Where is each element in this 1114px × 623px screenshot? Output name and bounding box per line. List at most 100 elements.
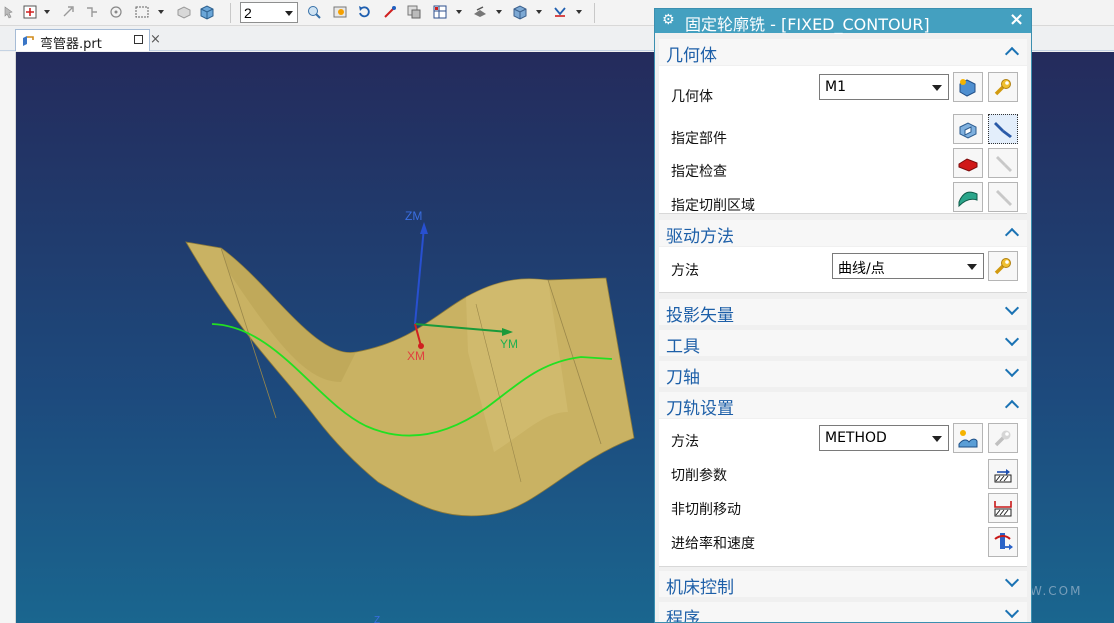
fixed-contour-dialog: ⚙ 固定轮廓铣 - [FIXED_CONTOUR] × 几何体 几何体 M1 指… bbox=[654, 8, 1032, 623]
solid-icon[interactable] bbox=[199, 4, 215, 20]
drive-method-label: 方法 bbox=[671, 263, 699, 279]
dialog-title: 固定轮廓铣 - [FIXED_CONTOUR] bbox=[685, 15, 930, 34]
tool-icon[interactable] bbox=[552, 4, 568, 20]
geometry-select[interactable]: M1 bbox=[819, 74, 949, 100]
render-dropdown-icon[interactable] bbox=[456, 10, 462, 14]
z-axis-arrow bbox=[420, 222, 428, 234]
section-projection-title: 投影矢量 bbox=[666, 306, 734, 326]
bottom-axis-mark: Z bbox=[374, 615, 380, 623]
path-method-select[interactable]: METHOD bbox=[819, 425, 949, 451]
z-axis bbox=[414, 226, 425, 325]
geometry-value: M1 bbox=[825, 79, 846, 95]
shade-dropdown-icon[interactable] bbox=[496, 10, 502, 14]
toolbar-separator bbox=[230, 3, 231, 23]
check-geometry-icon bbox=[958, 158, 978, 172]
chevron-down-icon[interactable] bbox=[1004, 300, 1020, 316]
section-path-body: 方法 METHOD 切削参数 非切削移动 进给率和速度 bbox=[659, 419, 1027, 567]
tool-dropdown-icon[interactable] bbox=[576, 10, 582, 14]
feeds-speeds-button[interactable] bbox=[988, 527, 1018, 557]
point-icon[interactable] bbox=[60, 4, 76, 20]
chevron-down-icon bbox=[932, 85, 942, 91]
cube-icon[interactable] bbox=[512, 4, 528, 20]
chevron-up-icon[interactable] bbox=[1004, 399, 1020, 415]
rotate-icon[interactable] bbox=[356, 4, 372, 20]
shaded-icon[interactable] bbox=[176, 4, 192, 20]
drive-method-select[interactable]: 曲线/点 bbox=[832, 253, 984, 279]
section-geometry-body: 几何体 M1 指定部件 指定检查 指定切削区域 bbox=[659, 66, 1027, 214]
flashlight-icon bbox=[994, 122, 1012, 138]
dialog-close-icon[interactable]: × bbox=[1009, 9, 1024, 30]
display-check-button[interactable] bbox=[988, 148, 1018, 178]
section-tool-header[interactable]: 工具 bbox=[659, 330, 1027, 357]
target-icon[interactable] bbox=[108, 4, 124, 20]
section-drive-title: 驱动方法 bbox=[666, 227, 734, 247]
display-part-button[interactable] bbox=[988, 114, 1018, 144]
chevron-up-icon[interactable] bbox=[1004, 46, 1020, 62]
new-geometry-button[interactable] bbox=[953, 72, 983, 102]
specify-check-label: 指定检查 bbox=[671, 164, 727, 180]
chevron-down-icon[interactable] bbox=[1004, 362, 1020, 378]
select-part-button[interactable] bbox=[953, 114, 983, 144]
section-geometry-title: 几何体 bbox=[666, 46, 717, 66]
section-path-title: 刀轨设置 bbox=[666, 399, 734, 419]
section-tool-title: 工具 bbox=[666, 337, 700, 357]
section-machine-header[interactable]: 机床控制 bbox=[659, 571, 1027, 598]
layer-combo[interactable]: 2 bbox=[240, 2, 298, 23]
chevron-down-icon bbox=[285, 11, 293, 16]
edit-method-button[interactable] bbox=[988, 423, 1018, 453]
flashlight-disabled-icon bbox=[996, 190, 1012, 206]
section-drive-header[interactable]: 驱动方法 bbox=[659, 220, 1027, 247]
tab-close-icon[interactable]: × bbox=[150, 32, 161, 47]
zoom-icon[interactable] bbox=[332, 4, 348, 20]
edit-drive-method-button[interactable] bbox=[988, 251, 1018, 281]
view-icon[interactable] bbox=[406, 4, 422, 20]
document-tab-label: 弯管器.prt bbox=[40, 37, 102, 52]
part-select-icon bbox=[959, 122, 977, 139]
select-filter-icon[interactable] bbox=[2, 4, 18, 20]
section-drive-body: 方法 曲线/点 bbox=[659, 247, 1027, 293]
wrench-icon bbox=[994, 258, 1011, 275]
section-program-title: 程序 bbox=[666, 609, 700, 623]
section-projection-header[interactable]: 投影矢量 bbox=[659, 299, 1027, 326]
chevron-down-icon bbox=[967, 264, 977, 270]
section-program-header[interactable]: 程序 bbox=[659, 602, 1027, 623]
render-icon[interactable] bbox=[432, 4, 448, 20]
wrench-icon bbox=[994, 79, 1011, 96]
chevron-up-icon[interactable] bbox=[1004, 227, 1020, 243]
path-method-label: 方法 bbox=[671, 434, 699, 450]
box-select-icon[interactable] bbox=[134, 4, 150, 20]
section-axis-header[interactable]: 刀轴 bbox=[659, 361, 1027, 388]
box-select-dropdown-icon[interactable] bbox=[158, 10, 164, 14]
restore-icon[interactable] bbox=[134, 35, 143, 44]
watermark-subtext: W.COM bbox=[1030, 584, 1083, 598]
snap-dropdown-icon[interactable] bbox=[44, 10, 50, 14]
line-icon[interactable] bbox=[84, 4, 100, 20]
pan-icon[interactable] bbox=[382, 4, 398, 20]
display-cut-area-button[interactable] bbox=[988, 182, 1018, 212]
feeds-speeds-label: 进给率和速度 bbox=[671, 536, 755, 552]
non-cut-moves-icon bbox=[994, 501, 1012, 517]
shade-icon[interactable] bbox=[472, 4, 488, 20]
dialog-title-bar[interactable]: ⚙ 固定轮廓铣 - [FIXED_CONTOUR] × bbox=[655, 9, 1031, 34]
chevron-down-icon[interactable] bbox=[1004, 572, 1020, 588]
chevron-down-icon bbox=[932, 436, 942, 442]
cube-dropdown-icon[interactable] bbox=[536, 10, 542, 14]
snap-icon[interactable] bbox=[22, 4, 38, 20]
chevron-down-icon[interactable] bbox=[1004, 603, 1020, 619]
document-tab[interactable]: 弯管器.prt × bbox=[15, 29, 161, 52]
cut-params-button[interactable] bbox=[988, 459, 1018, 489]
select-cut-area-button[interactable] bbox=[953, 182, 983, 212]
toolbar-separator bbox=[594, 3, 595, 23]
non-cut-moves-button[interactable] bbox=[988, 493, 1018, 523]
feeds-speeds-icon bbox=[994, 533, 1013, 550]
left-gutter bbox=[0, 52, 16, 623]
new-method-button[interactable] bbox=[953, 423, 983, 453]
fit-icon[interactable] bbox=[306, 4, 322, 20]
edit-geometry-button[interactable] bbox=[988, 72, 1018, 102]
section-path-header[interactable]: 刀轨设置 bbox=[659, 392, 1027, 419]
chevron-down-icon[interactable] bbox=[1004, 331, 1020, 347]
select-check-button[interactable] bbox=[953, 148, 983, 178]
geometry-label: 几何体 bbox=[671, 89, 713, 105]
cut-area-icon bbox=[958, 191, 978, 208]
section-geometry-header[interactable]: 几何体 bbox=[659, 39, 1027, 66]
